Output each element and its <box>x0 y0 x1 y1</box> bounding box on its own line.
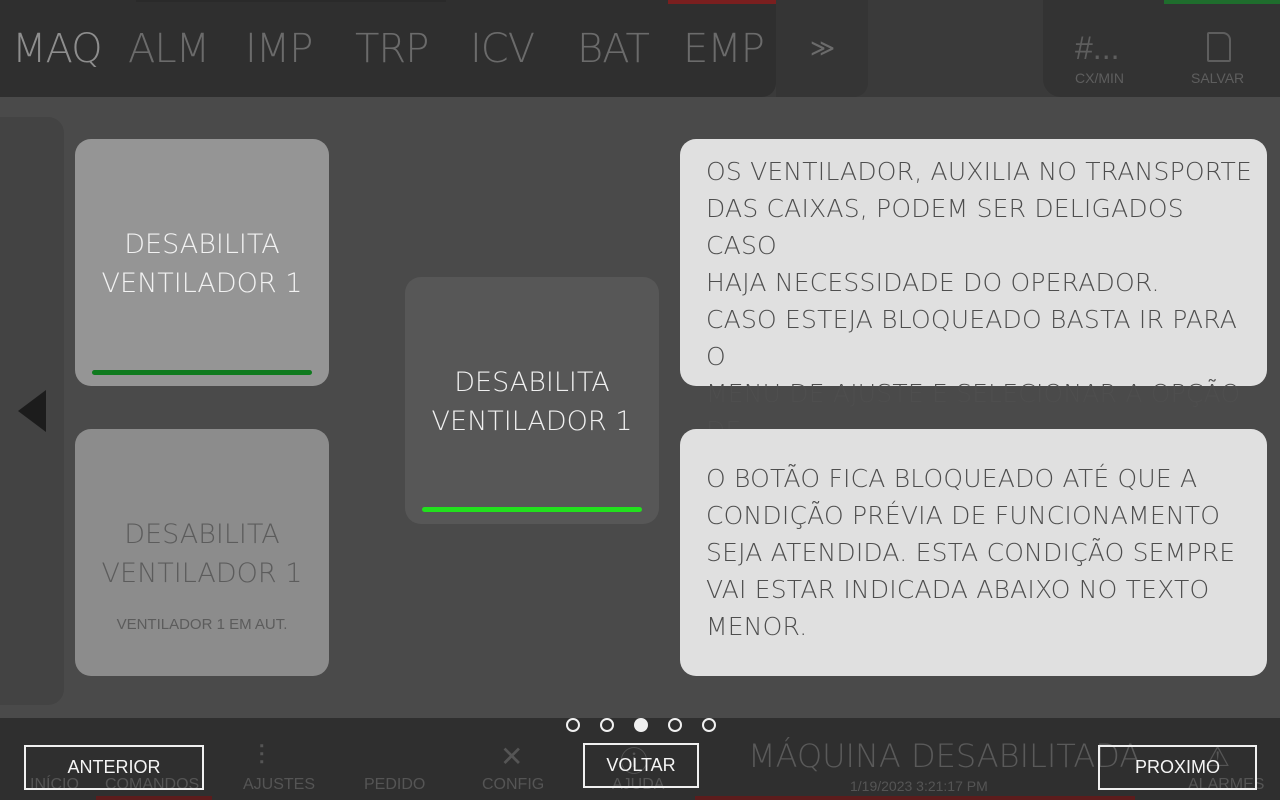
arrow-left-icon[interactable] <box>18 390 46 432</box>
nav-ajustes[interactable]: AJUSTES <box>243 776 315 794</box>
sliders-icon: ⫶ <box>258 740 266 771</box>
page-dot-4[interactable] <box>668 718 682 732</box>
tab-emp[interactable]: EMP <box>683 26 765 72</box>
nav-config[interactable]: CONFIG <box>482 776 544 794</box>
save-label[interactable]: SALVAR <box>1191 70 1244 86</box>
page-dot-2[interactable] <box>600 718 614 732</box>
status-bar-enabled <box>92 370 312 375</box>
page-dot-1[interactable] <box>566 718 580 732</box>
status-indicator <box>1164 0 1280 4</box>
more-tabs-button[interactable]: ≫ <box>776 0 868 97</box>
nav-pedido[interactable]: PEDIDO <box>364 776 425 794</box>
status-bar-active <box>422 507 642 512</box>
tab-alm[interactable]: ALM <box>128 26 210 72</box>
rate-value: #... <box>1075 30 1120 66</box>
label-line-2: VENTILADOR 1 <box>101 558 303 589</box>
alarm-indicator <box>668 0 776 4</box>
label-line-1: DESABILITA <box>124 519 280 550</box>
condition-subtext: VENTILADOR 1 EM AUT. <box>116 616 288 633</box>
tab-underline <box>136 0 446 2</box>
wrench-icon: ✕ <box>500 741 524 772</box>
info-card-condition: O BOTÃO FICA BLOQUEADO ATÉ QUE A CONDIÇÃ… <box>680 429 1267 676</box>
rate-label: CX/MIN <box>1075 70 1124 86</box>
alarm-indicator-bottom <box>695 796 1135 800</box>
page-dot-3[interactable] <box>634 718 648 732</box>
chevron-double-right-icon: ≫ <box>810 35 836 62</box>
tab-trp[interactable]: TRP <box>355 26 429 72</box>
info-card-description: OS VENTILADOR, AUXILIA NO TRANSPORTE DAS… <box>680 139 1267 482</box>
next-button[interactable]: PROXIMO <box>1098 745 1257 790</box>
alarm-indicator-bottom-left <box>96 796 212 800</box>
label-line-2: VENTILADOR 1 <box>431 406 633 437</box>
sd-card-icon[interactable] <box>1207 32 1231 62</box>
previous-button[interactable]: ANTERIOR <box>24 745 204 790</box>
status-timestamp: 1/19/2023 3:21:17 PM <box>850 778 988 794</box>
tab-imp[interactable]: IMP <box>245 26 313 72</box>
tab-icv[interactable]: ICV <box>470 26 535 72</box>
label-line-1: DESABILITA <box>454 367 610 398</box>
label-line-1: DESABILITA <box>124 229 280 260</box>
page-dot-5[interactable] <box>702 718 716 732</box>
tab-maq[interactable]: MAQ <box>12 26 103 72</box>
demo-button-active-label: DESABILITA VENTILADOR 1 <box>405 363 659 441</box>
demo-button-enabled-label: DESABILITA VENTILADOR 1 <box>75 225 329 303</box>
demo-button-locked-label: DESABILITA VENTILADOR 1 <box>75 515 329 593</box>
tab-bat[interactable]: BAT <box>577 26 650 72</box>
machine-status: MÁQUINA DESABILITADA <box>748 737 1142 775</box>
back-button[interactable]: VOLTAR <box>583 743 699 788</box>
label-line-2: VENTILADOR 1 <box>101 268 303 299</box>
